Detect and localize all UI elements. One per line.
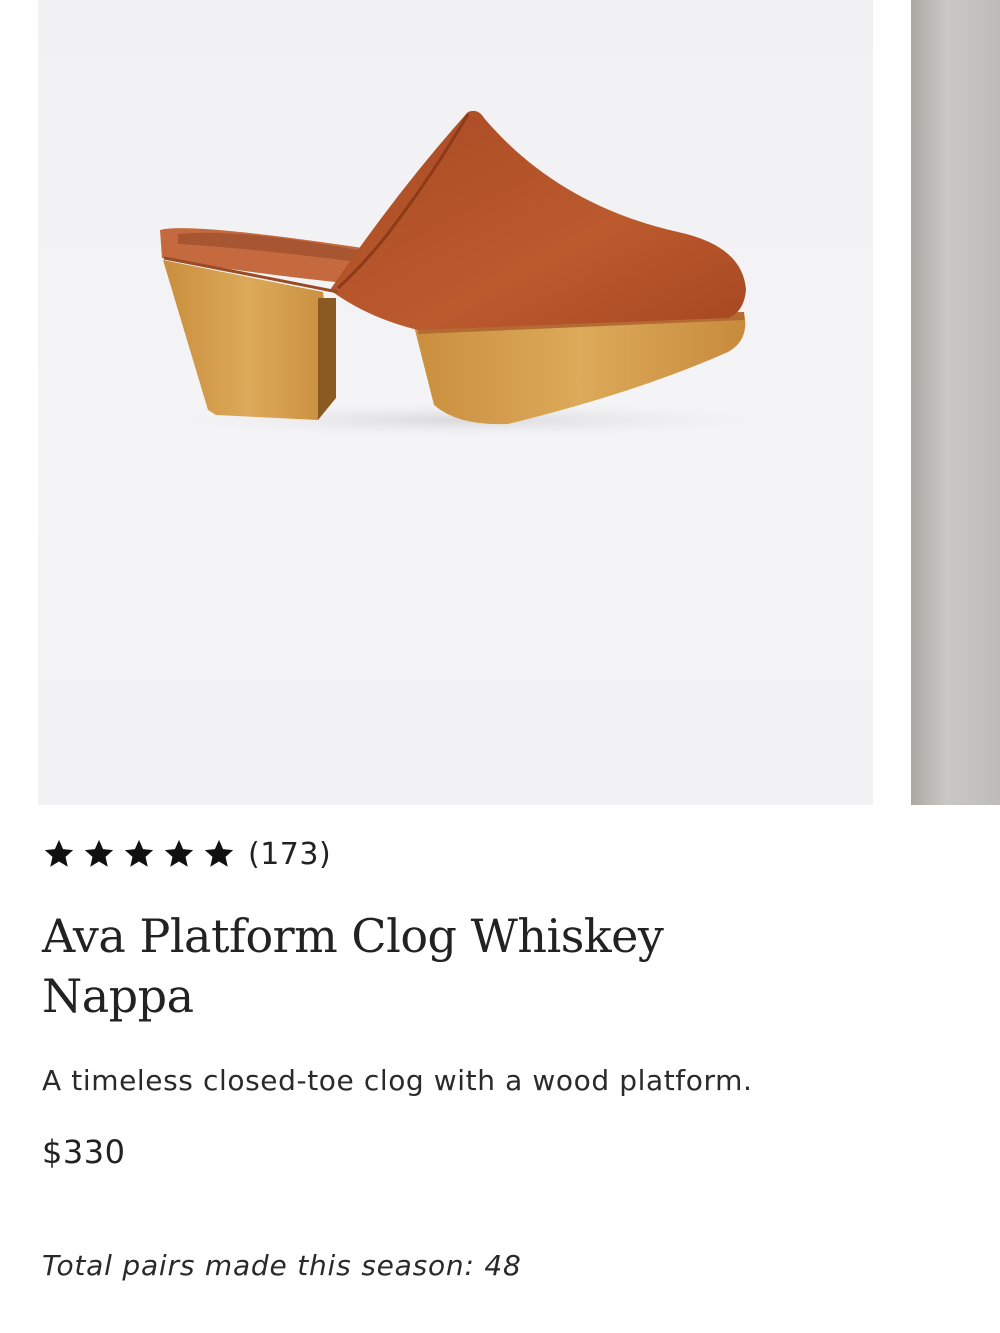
- star-icon: [124, 839, 154, 867]
- star-icon: [44, 839, 74, 867]
- review-count[interactable]: (173): [248, 837, 331, 872]
- clog-photo: [148, 110, 788, 438]
- star-icon: [204, 839, 234, 867]
- product-price: $330: [42, 1133, 126, 1171]
- product-image-main[interactable]: [38, 0, 873, 805]
- product-description: A timeless closed-toe clog with a wood p…: [42, 1064, 753, 1097]
- star-rating: [42, 837, 236, 871]
- product-image-next[interactable]: [911, 0, 1000, 805]
- star-icon: [164, 839, 194, 867]
- product-details: (173) Ava Platform Clog Whiskey Nappa A …: [42, 828, 942, 1283]
- star-icon: [84, 839, 114, 867]
- product-title: Ava Platform Clog Whiskey Nappa: [42, 909, 664, 1023]
- rating[interactable]: (173): [42, 828, 942, 880]
- pairs-made-note: Total pairs made this season: 48: [42, 1249, 522, 1282]
- product-image-gallery[interactable]: [0, 0, 1000, 805]
